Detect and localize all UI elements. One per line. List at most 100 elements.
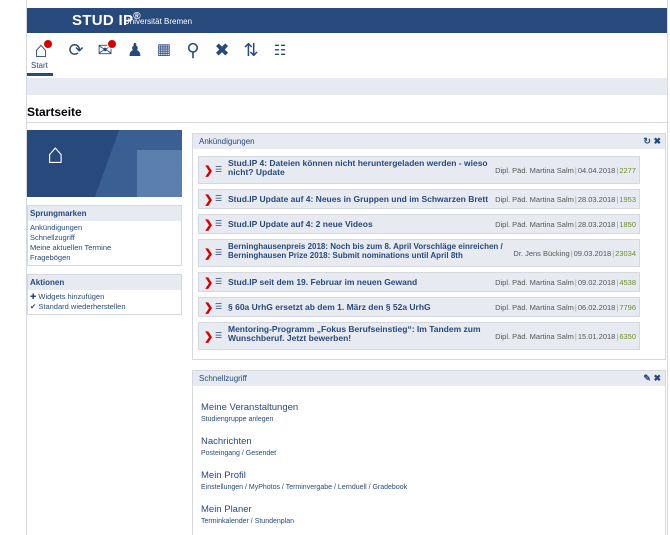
jump-marks-widget: Sprungmarken Ankündigungen Schnellzugrif… bbox=[27, 205, 182, 266]
announcement-date: 28.03.2018 bbox=[577, 220, 616, 229]
chevron-right-icon: ❯ bbox=[204, 219, 214, 231]
sync-icon[interactable]: ⇅ bbox=[240, 39, 262, 61]
quickaccess-widget: Schnellzugriff ✎ ✖ Meine Veranstaltungen… bbox=[192, 370, 666, 535]
announcement-meta: Dipl. Päd. Martina Salm|09.02.2018|4538 bbox=[495, 278, 636, 287]
refresh-icon[interactable]: ↻ bbox=[643, 136, 651, 146]
page-title: Startseite bbox=[27, 105, 82, 119]
announcement-date: 04.04.2018 bbox=[577, 166, 616, 175]
announcement-author: Dr. Jens Bücking bbox=[513, 249, 570, 258]
start-label: Start bbox=[31, 61, 48, 70]
announcement-row[interactable]: ❯ ☰ Stud.IP seit dem 19. Februar im neue… bbox=[198, 272, 640, 292]
title-divider bbox=[27, 122, 667, 123]
chevron-right-icon: ❯ bbox=[204, 302, 214, 314]
edit-icon[interactable]: ✎ bbox=[643, 373, 651, 383]
actions-widget: Aktionen ✚ Widgets hinzufügen ✔ Standard… bbox=[27, 274, 182, 315]
news-icon: ☰ bbox=[215, 331, 223, 340]
announcement-row[interactable]: ❯ ☰ Berninghausenpreis 2018: Noch bis zu… bbox=[198, 239, 640, 267]
notification-badge bbox=[43, 39, 53, 49]
quickaccess-heading: Schnellzugriff bbox=[199, 374, 247, 383]
announcement-views: 1953 bbox=[619, 195, 636, 204]
announcement-author: Dipl. Päd. Martina Salm bbox=[495, 166, 574, 175]
quicklink-title[interactable]: Meine Veranstaltungen bbox=[201, 402, 601, 413]
announcement-title: Stud.IP Update auf 4: Neues in Gruppen u… bbox=[228, 194, 489, 204]
announcement-row[interactable]: ❯ ☰ Stud.IP Update auf 4: 2 neue Videos … bbox=[198, 214, 640, 234]
announcement-author: Dipl. Päd. Martina Salm bbox=[495, 220, 574, 229]
hero-shape bbox=[137, 150, 182, 197]
top-bar: STUD IP® Universität Bremen bbox=[27, 8, 667, 33]
announcement-author: Dipl. Päd. Martina Salm bbox=[495, 303, 574, 312]
messages-badge bbox=[107, 39, 117, 49]
announcement-title: Stud.IP Update auf 4: 2 neue Videos bbox=[228, 219, 373, 229]
chevron-right-icon: ❯ bbox=[204, 194, 214, 206]
breadcrumb-bar bbox=[27, 78, 667, 95]
calendar-icon[interactable]: ▦ bbox=[153, 39, 175, 61]
news-icon: ☰ bbox=[215, 248, 223, 257]
announcement-date: 09.02.2018 bbox=[577, 278, 616, 287]
announcement-views: 7796 bbox=[619, 303, 636, 312]
chevron-right-icon: ❯ bbox=[204, 277, 214, 289]
quicklink-sub[interactable]: Posteingang / Gesendet bbox=[201, 450, 601, 457]
search-icon[interactable]: ⚲ bbox=[182, 39, 204, 61]
app-frame: STUD IP® Universität Bremen ⌂ Start ⟳ ✉ … bbox=[26, 0, 668, 535]
announcement-row[interactable]: ❯ ☰ § 60a UrhG ersetzt ab dem 1. März de… bbox=[198, 297, 640, 317]
quicklink-sub[interactable]: Einstellungen / MyPhotos / Terminvergabe… bbox=[201, 484, 601, 491]
jump-marks-heading: Sprungmarken bbox=[28, 206, 181, 221]
announcement-date: 28.03.2018 bbox=[577, 195, 616, 204]
quicklink-group: Meine Veranstaltungen Studiengruppe anle… bbox=[201, 402, 601, 423]
news-icon: ☰ bbox=[215, 302, 223, 311]
announcement-title: Stud.IP 4: Dateien können nicht herunter… bbox=[228, 158, 488, 177]
jump-link[interactable]: Fragebögen bbox=[30, 253, 179, 263]
quicklink-title[interactable]: Mein Profil bbox=[201, 470, 601, 481]
university-name: Universität Bremen bbox=[124, 17, 193, 26]
announcement-row[interactable]: ❯ ☰ Stud.IP 4: Dateien können nicht heru… bbox=[198, 156, 640, 184]
quicklink-sub[interactable]: Terminkalender / Stundenplan bbox=[201, 518, 601, 525]
announcement-meta: Dr. Jens Bücking|09.03.2018|23034 bbox=[513, 249, 636, 258]
chevron-right-icon: ❯ bbox=[204, 248, 214, 260]
news-icon: ☰ bbox=[215, 277, 223, 286]
widget-tools: ✎ ✖ bbox=[643, 373, 661, 384]
close-icon[interactable]: ✖ bbox=[653, 136, 661, 146]
announcement-title: Stud.IP seit dem 19. Februar im neuen Ge… bbox=[228, 277, 418, 287]
announcements-widget: Ankündigungen ↻ ✖ ❯ ☰ Stud.IP 4: Dateien… bbox=[192, 133, 666, 360]
recent-activity-icon[interactable]: ⟳ bbox=[65, 39, 87, 61]
announcement-meta: Dipl. Päd. Martina Salm|04.04.2018|2277 bbox=[495, 166, 636, 175]
main-navigation: ⌂ Start ⟳ ✉ ♟ ▦ ⚲ ✖ ⇅ ☷ bbox=[27, 33, 667, 78]
announcements-header: Ankündigungen ↻ ✖ bbox=[193, 134, 665, 149]
tools-icon[interactable]: ✖ bbox=[211, 39, 233, 61]
announcement-views: 4538 bbox=[619, 278, 636, 287]
chevron-right-icon: ❯ bbox=[204, 331, 214, 343]
quicklink-title[interactable]: Mein Planer bbox=[201, 504, 601, 515]
chevron-right-icon: ❯ bbox=[204, 165, 214, 177]
quicklink-group: Nachrichten Posteingang / Gesendet bbox=[201, 436, 601, 457]
announcement-date: 09.03.2018 bbox=[573, 249, 612, 258]
add-widgets-action[interactable]: ✚ Widgets hinzufügen bbox=[30, 292, 179, 302]
quicklink-group: Mein Profil Einstellungen / MyPhotos / T… bbox=[201, 470, 601, 491]
jump-link[interactable]: Ankündigungen bbox=[30, 223, 179, 233]
hierarchy-icon[interactable]: ☷ bbox=[269, 39, 291, 61]
announcement-title: Mentoring-Programm „Fokus Berufseinstieg… bbox=[228, 324, 481, 343]
announcement-meta: Dipl. Päd. Martina Salm|28.03.2018|1953 bbox=[495, 195, 636, 204]
quicklink-sub[interactable]: Studiengruppe anlegen bbox=[201, 416, 601, 423]
community-icon[interactable]: ♟ bbox=[124, 39, 146, 61]
announcement-views: 23034 bbox=[615, 249, 636, 258]
active-tab-indicator bbox=[27, 73, 53, 76]
news-icon: ☰ bbox=[215, 194, 223, 203]
announcement-author: Dipl. Päd. Martina Salm bbox=[495, 332, 574, 341]
announcement-date: 06.02.2018 bbox=[577, 303, 616, 312]
jump-link[interactable]: Meine aktuellen Termine bbox=[30, 243, 179, 253]
close-icon[interactable]: ✖ bbox=[653, 373, 661, 383]
announcement-views: 1850 bbox=[619, 220, 636, 229]
quicklink-group: Mein Planer Terminkalender / Stundenplan bbox=[201, 504, 601, 525]
announcement-row[interactable]: ❯ ☰ Stud.IP Update auf 4: Neues in Grupp… bbox=[198, 189, 640, 209]
actions-heading: Aktionen bbox=[28, 275, 181, 290]
announcement-row[interactable]: ❯ ☰ Mentoring-Programm „Fokus Berufseins… bbox=[198, 322, 640, 350]
announcement-title: § 60a UrhG ersetzt ab dem 1. März den § … bbox=[228, 302, 431, 312]
quickaccess-header: Schnellzugriff ✎ ✖ bbox=[193, 371, 665, 386]
action-label: Standard wiederherstellen bbox=[38, 302, 126, 311]
quicklink-title[interactable]: Nachrichten bbox=[201, 436, 601, 447]
announcement-title: Berninghausenpreis 2018: Noch bis zum 8.… bbox=[228, 242, 503, 260]
jump-link[interactable]: Schnellzugriff bbox=[30, 233, 179, 243]
announcement-meta: Dipl. Päd. Martina Salm|28.03.2018|1850 bbox=[495, 220, 636, 229]
sidebar: ⌂ Sprungmarken Ankündigungen Schnellzugr… bbox=[27, 130, 182, 315]
restore-default-action[interactable]: ✔ Standard wiederherstellen bbox=[30, 302, 179, 312]
